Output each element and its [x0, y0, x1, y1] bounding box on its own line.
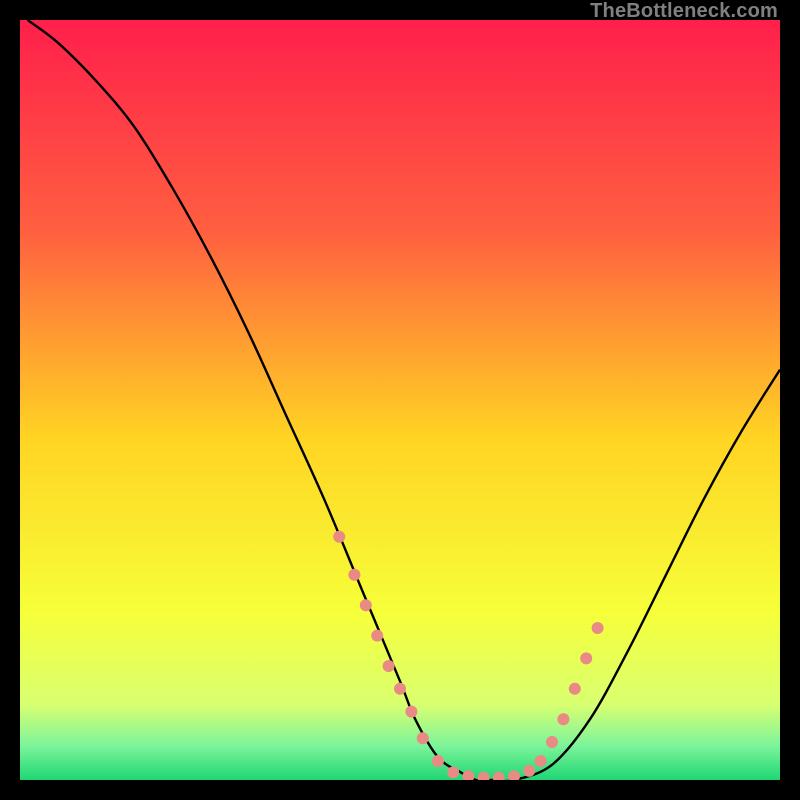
highlight-dot: [557, 713, 569, 725]
highlight-dot: [383, 660, 395, 672]
highlight-dot: [360, 599, 372, 611]
chart-svg: [20, 20, 780, 780]
highlight-dot: [569, 683, 581, 695]
highlight-dot: [523, 765, 535, 777]
highlight-dot: [348, 569, 360, 581]
highlight-dot: [405, 706, 417, 718]
chart-frame: [20, 20, 780, 780]
highlight-dot: [580, 652, 592, 664]
highlight-dot: [394, 683, 406, 695]
highlight-dot: [417, 732, 429, 744]
highlight-dot: [592, 622, 604, 634]
highlight-dot: [546, 736, 558, 748]
highlight-dot: [371, 630, 383, 642]
highlight-dot: [535, 755, 547, 767]
watermark-text: TheBottleneck.com: [590, 0, 778, 23]
highlight-dot: [432, 755, 444, 767]
highlight-dot: [447, 766, 459, 778]
highlight-dot: [333, 531, 345, 543]
gradient-background: [20, 20, 780, 780]
